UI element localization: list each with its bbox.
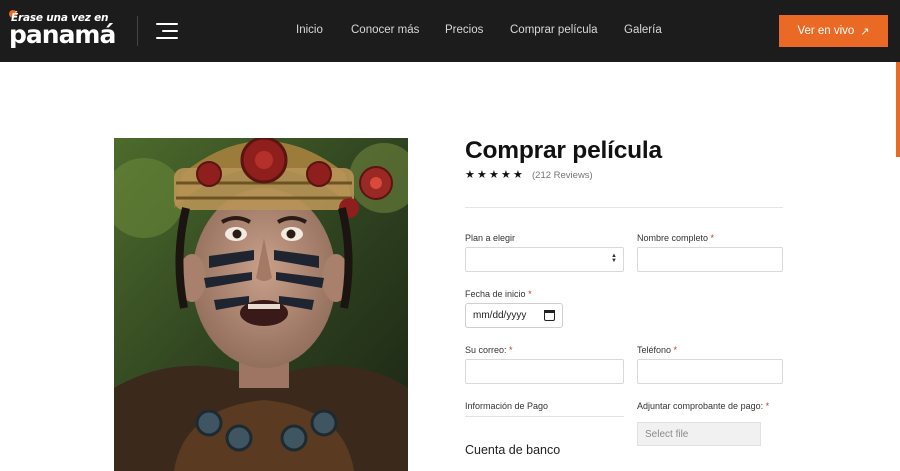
nav-inicio[interactable]: Inicio: [296, 24, 323, 36]
ver-en-vivo-label: Ver en vivo: [797, 25, 855, 37]
site-logo[interactable]: Érase una vez en panamá: [9, 10, 121, 52]
nav-galeria[interactable]: Galería: [624, 24, 662, 36]
plan-select[interactable]: ▲ ▼: [465, 247, 624, 272]
nav-comprar-pelicula[interactable]: Comprar película: [510, 24, 598, 36]
select-file-button[interactable]: Select file: [637, 422, 761, 446]
star-icon: ★: [501, 169, 511, 181]
header-divider: [137, 16, 138, 46]
site-header: Érase una vez en panamá Inicio Conocer m…: [0, 0, 900, 62]
hamburger-menu-icon[interactable]: [156, 23, 178, 39]
rating: ★ ★ ★ ★ ★ (212 Reviews): [465, 168, 593, 182]
page-title: Comprar película: [465, 137, 662, 164]
nav-precios[interactable]: Precios: [445, 24, 483, 36]
star-icon: ★: [513, 169, 523, 181]
payment-info-label: Información de Pago: [465, 401, 549, 411]
plan-label: Plan a elegir: [465, 233, 516, 243]
select-arrows-icon: ▲ ▼: [611, 253, 617, 264]
calendar-icon[interactable]: [544, 310, 555, 321]
star-icon: ★: [477, 169, 487, 181]
reviews-count[interactable]: (212 Reviews): [532, 170, 593, 181]
payment-info-divider: [465, 416, 624, 417]
arrow-up-right-icon: ↗: [860, 25, 870, 38]
nav-conocer-mas[interactable]: Conocer más: [351, 24, 419, 36]
star-icon: ★: [465, 169, 475, 181]
date-placeholder: mm/dd/yyyy: [473, 310, 527, 321]
ver-en-vivo-button[interactable]: Ver en vivo ↗: [779, 15, 888, 47]
full-name-input[interactable]: [637, 247, 783, 272]
scroll-indicator: [896, 62, 900, 157]
email-label: Su correo: *: [465, 345, 513, 355]
phone-label: Teléfono *: [637, 345, 678, 355]
receipt-label: Adjuntar comprobante de pago: *: [637, 401, 770, 411]
email-input[interactable]: [465, 359, 624, 384]
name-label: Nombre completo *: [637, 233, 715, 243]
product-image: [114, 138, 408, 471]
star-icon: ★: [489, 169, 499, 181]
phone-input[interactable]: [637, 359, 783, 384]
start-date-input[interactable]: mm/dd/yyyy: [465, 303, 563, 328]
star-rating: ★ ★ ★ ★ ★: [465, 169, 524, 181]
divider: [465, 207, 783, 208]
logo-main-text: panamá: [9, 20, 116, 49]
start-date-label: Fecha de inicio *: [465, 289, 532, 299]
bank-account-heading: Cuenta de banco: [465, 443, 561, 457]
